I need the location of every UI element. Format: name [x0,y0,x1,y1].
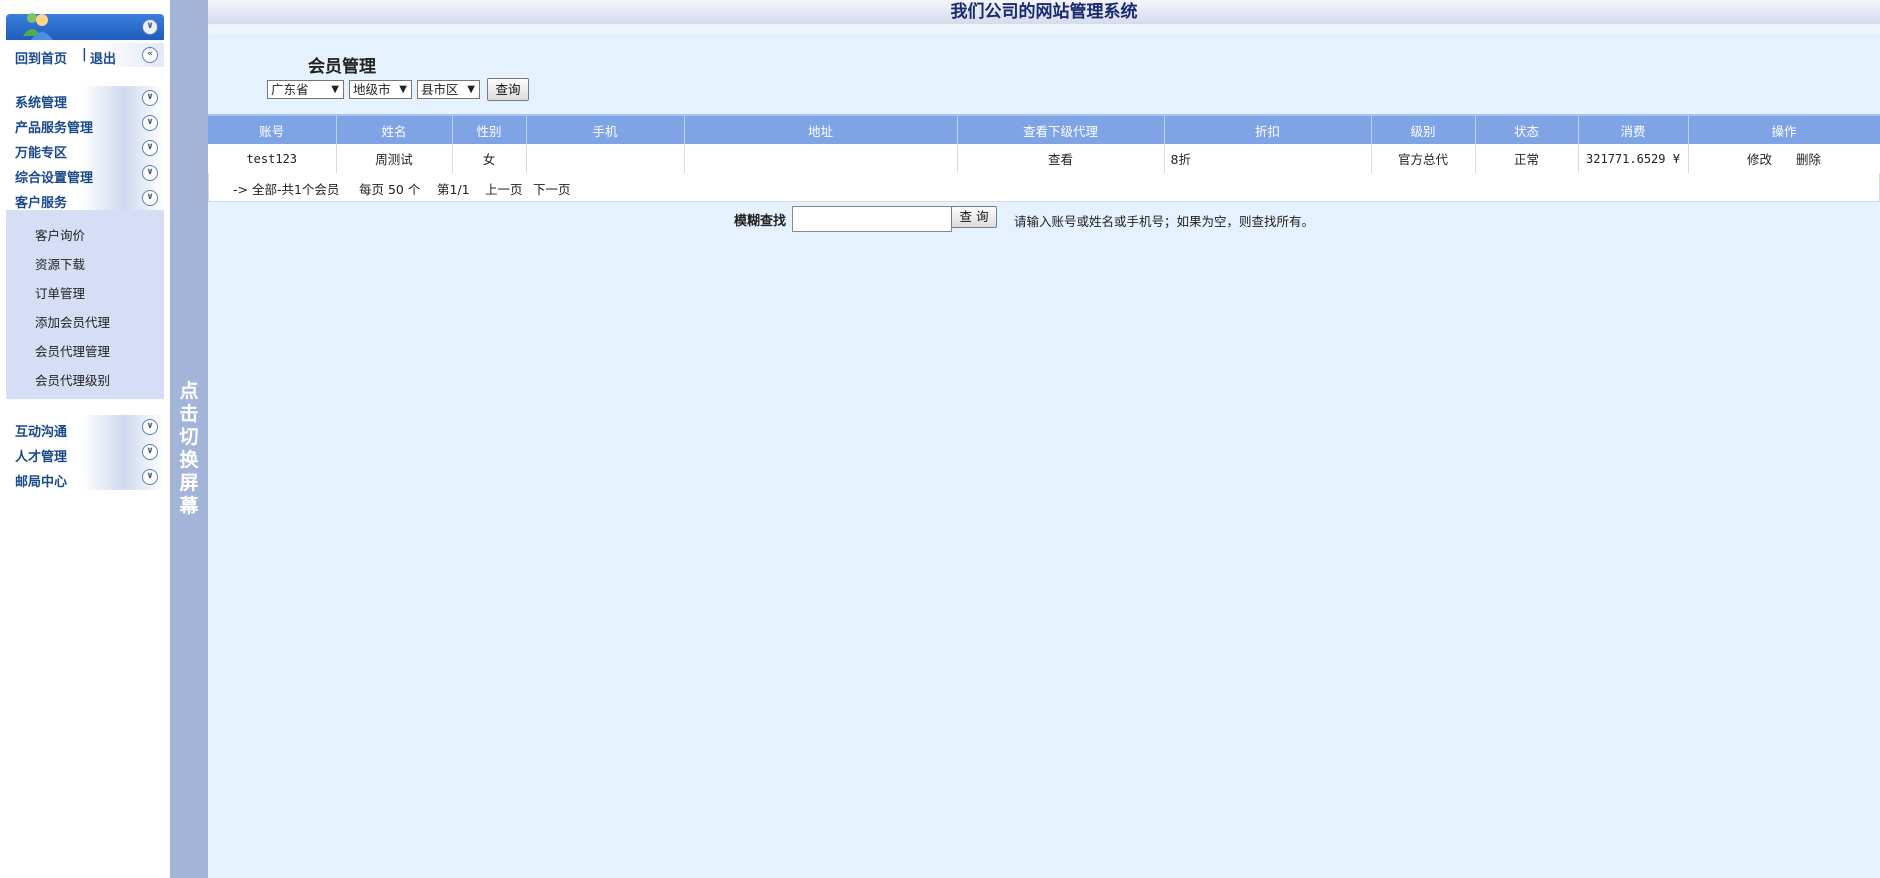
table-row: test123 周测试 女 查看 8折 官方总代 正常 321771.6529 … [208,144,1880,174]
prev-page-link[interactable]: 上一页 [485,179,523,198]
view-sub-agent-link[interactable]: 查看 [957,144,1165,174]
city-select[interactable]: 地级市 ▼ [349,80,412,99]
column-header: 地址 [684,114,958,144]
column-header: 消费 [1578,114,1689,144]
column-header: 状态 [1475,114,1579,144]
dropdown-arrow-icon: ▼ [331,84,339,95]
menu-item-interaction[interactable]: 互动沟通 ∨ [6,415,164,440]
chevron-double-down-icon[interactable]: ∨ [142,165,158,181]
toggle-label: 点击切换屏幕 [179,380,199,517]
next-page-link[interactable]: 下一页 [533,179,571,198]
chevron-double-down-icon[interactable]: ∨ [142,469,158,485]
column-header: 性别 [452,114,527,144]
column-header: 姓名 [336,114,453,144]
cell-account: test123 [208,144,337,174]
column-header: 操作 [1688,114,1880,144]
search-input[interactable] [792,206,952,232]
menu-group-bottom: 互动沟通 ∨ 人才管理 ∨ 邮局中心 ∨ [6,415,164,490]
main-content: 我们公司的网站管理系统 会员管理 广东省 ▼ 地级市 ▼ 县市区 ▼ 查询 账号 姓名… [208,0,1880,878]
pager-per-page: 每页 50 个 [359,182,421,197]
dropdown-arrow-icon: ▼ [467,84,475,95]
user-panel-header: ∨ [6,13,164,40]
district-select[interactable]: 县市区 ▼ [417,80,480,99]
sidebar: ∨ 回到首页 | 退出 « 系统管理 ∨ 产品服务管理 ∨ 万能专区 ∨ 综合设置管理… [0,0,170,878]
link-separator: | [82,47,87,62]
chevron-double-down-icon[interactable]: ∨ [142,190,158,206]
chevron-double-down-icon[interactable]: ∨ [142,115,158,131]
column-header: 级别 [1371,114,1476,144]
filter-query-button[interactable]: 查询 [487,78,529,101]
search-label: 模糊查找 [734,214,787,229]
chevron-double-down-icon[interactable]: ∨ [142,140,158,156]
submenu-item-downloads[interactable]: 资源下载 [35,254,85,273]
home-link[interactable]: 回到首页 [15,48,67,67]
chevron-double-left-icon[interactable]: « [142,47,158,63]
cell-name: 周测试 [336,144,453,174]
cell-spend: 321771.6529 ¥ [1578,144,1689,174]
dropdown-arrow-icon: ▼ [399,84,407,95]
menu-item-mail[interactable]: 邮局中心 ∨ [6,465,164,490]
column-header: 查看下级代理 [957,114,1165,144]
member-table: 账号 姓名 性别 手机 地址 查看下级代理 折扣 级别 状态 消费 操作 tes… [208,114,1880,174]
cell-status: 正常 [1475,144,1579,174]
cell-level: 官方总代 [1371,144,1476,174]
chevron-double-down-icon[interactable]: ∨ [142,19,158,35]
screen-toggle-bar[interactable]: 点击切换屏幕 [170,0,208,878]
pager-page-number: 第1/1 [437,182,470,197]
chevron-double-down-icon[interactable]: ∨ [142,419,158,435]
edit-link[interactable]: 修改 [1747,152,1772,167]
cell-address [684,144,958,174]
cell-phone [526,144,685,174]
menu-item-customer-service[interactable]: 客户服务 ∨ [6,186,164,211]
chevron-double-down-icon[interactable]: ∨ [142,90,158,106]
table-header-row: 账号 姓名 性别 手机 地址 查看下级代理 折扣 级别 状态 消费 操作 [208,114,1880,144]
cell-actions: 修改 删除 [1688,144,1880,174]
search-hint: 请输入账号或姓名或手机号；如果为空，则查找所有。 [1014,214,1315,229]
column-header: 折扣 [1164,114,1372,144]
chevron-double-down-icon[interactable]: ∨ [142,444,158,460]
menu-item-system[interactable]: 系统管理 ∨ [6,86,164,111]
column-header: 账号 [208,114,337,144]
submenu-item-agent-level[interactable]: 会员代理级别 [35,370,110,389]
customer-service-submenu: 客户询价 资源下载 订单管理 添加会员代理 会员代理管理 会员代理级别 [6,210,164,399]
cell-discount: 8折 [1164,144,1372,174]
menu-item-products[interactable]: 产品服务管理 ∨ [6,111,164,136]
menu-item-settings[interactable]: 综合设置管理 ∨ [6,161,164,186]
column-header: 手机 [526,114,685,144]
submenu-item-add-agent[interactable]: 添加会员代理 [35,312,110,331]
pager-summary: -> 全部-共1个会员 [233,182,340,197]
page-header: 我们公司的网站管理系统 [208,0,1880,24]
delete-link[interactable]: 删除 [1796,152,1821,167]
submenu-item-orders[interactable]: 订单管理 [35,283,85,302]
header-divider [208,24,1880,34]
quick-links: 回到首页 | 退出 « [6,43,164,67]
submenu-item-inquiry[interactable]: 客户询价 [35,225,85,244]
menu-group-top: 系统管理 ∨ 产品服务管理 ∨ 万能专区 ∨ 综合设置管理 ∨ 客户服务 ∨ [6,86,164,211]
menu-item-talent[interactable]: 人才管理 ∨ [6,440,164,465]
cell-gender: 女 [452,144,527,174]
submenu-item-agent-manage[interactable]: 会员代理管理 [35,341,110,360]
menu-item-universal[interactable]: 万能专区 ∨ [6,136,164,161]
province-select[interactable]: 广东省 ▼ [267,80,344,99]
logout-link[interactable]: 退出 [90,48,116,67]
search-button[interactable]: 查 询 [951,206,997,228]
page-title: 会员管理 [308,57,376,77]
pagination-bar: -> 全部-共1个会员 每页 50 个 第1/1 上一页 下一页 [208,173,1880,202]
users-icon [23,13,53,40]
